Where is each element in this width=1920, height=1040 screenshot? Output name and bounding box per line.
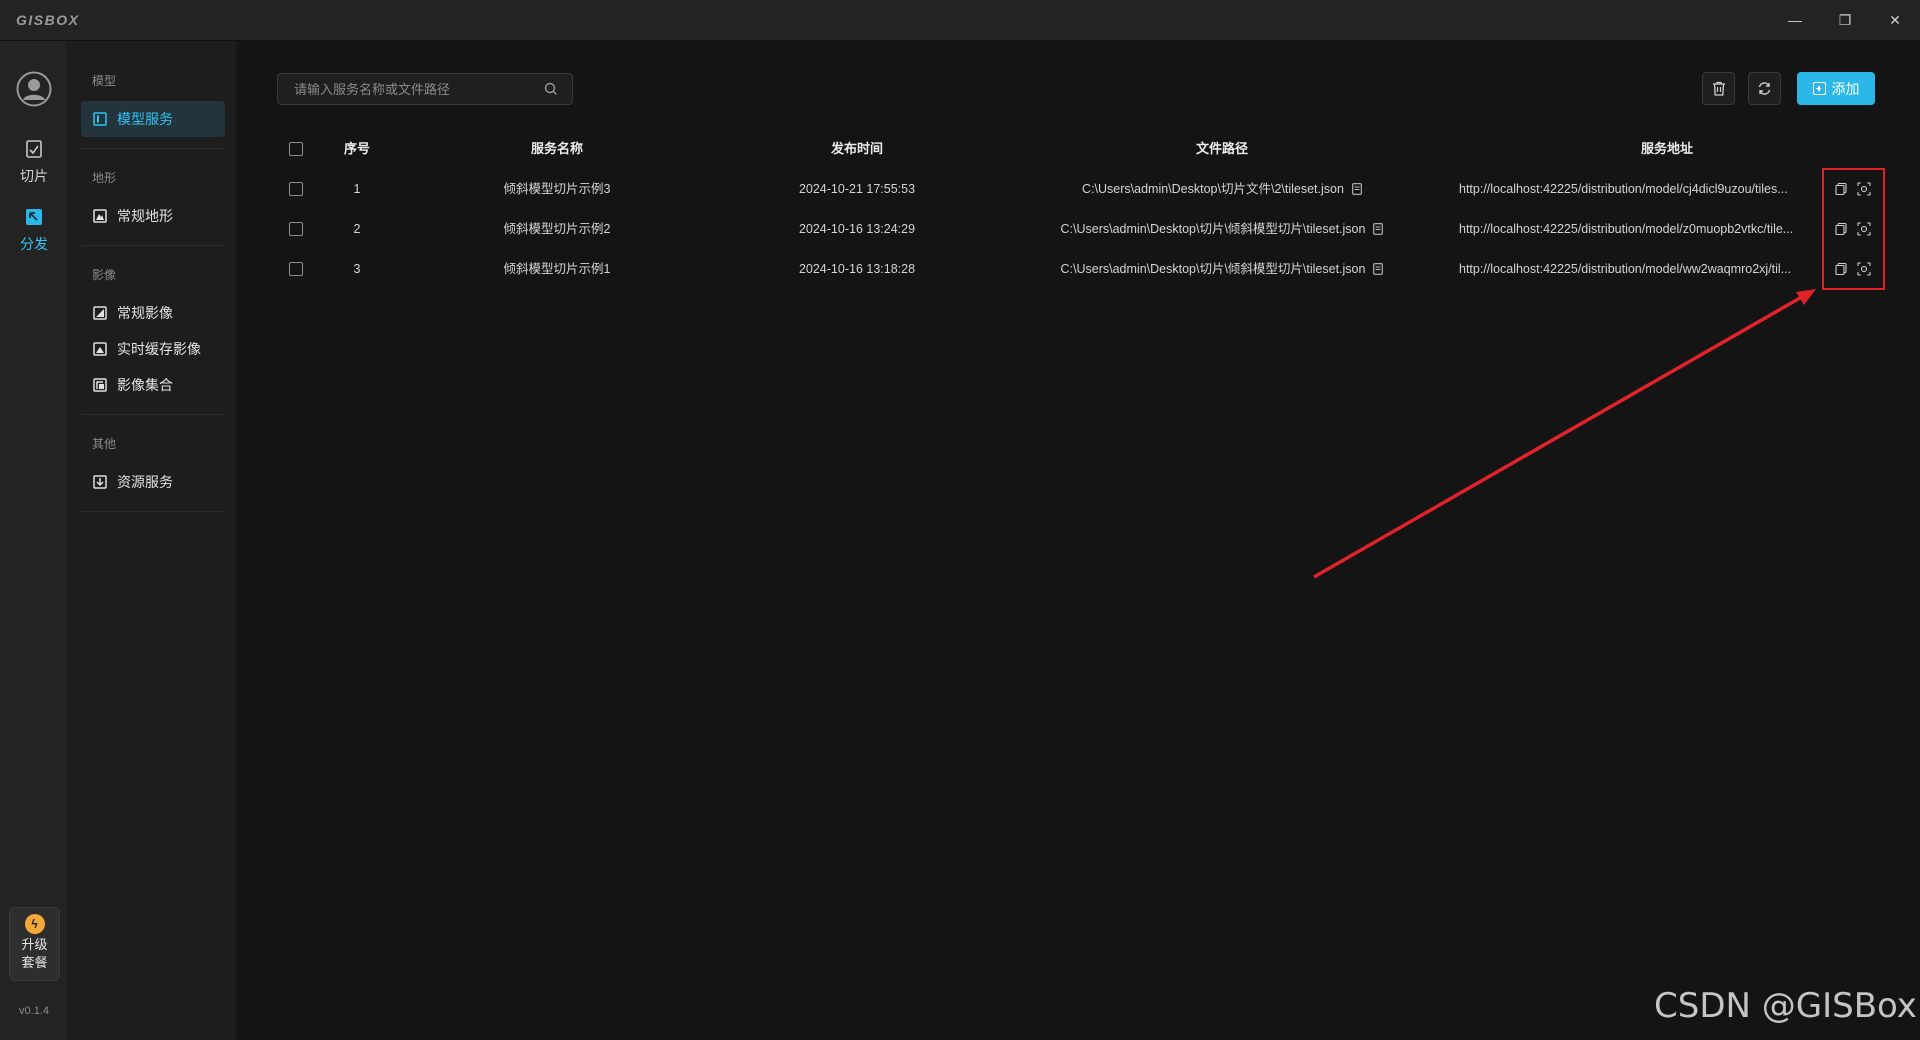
nav-panel: 模型 模型服务 地形 常规地形 影像 常规影像 实时缓存影像 影像集合 其他 资… xyxy=(68,41,237,1040)
row-path: C:\Users\admin\Desktop\切片文件\2\tileset.js… xyxy=(1017,169,1427,209)
table-row: 1 倾斜模型切片示例3 2024-10-21 17:55:53 C:\Users… xyxy=(277,169,1885,209)
app-logo: GISBOX xyxy=(16,12,80,28)
header-path: 文件路径 xyxy=(1195,141,1248,156)
imagery-icon xyxy=(93,306,107,320)
nav-item-imagery[interactable]: 常规影像 xyxy=(81,295,225,331)
add-button-label: 添加 xyxy=(1831,80,1860,97)
lightning-icon: ϟ xyxy=(24,914,45,934)
restore-button[interactable]: ❐ xyxy=(1828,7,1862,33)
row-checkbox[interactable] xyxy=(289,222,303,236)
row-checkbox[interactable] xyxy=(289,262,303,276)
row-name: 倾斜模型切片示例3 xyxy=(503,182,611,196)
row-time: 2024-10-16 13:24:29 xyxy=(798,222,916,236)
close-button[interactable]: ✕ xyxy=(1878,7,1912,33)
rail-item-label: 切片 xyxy=(20,168,48,184)
row-url: http://localhost:42225/distribution/mode… xyxy=(1459,222,1794,236)
main-content: 添加 序号 服务名称 发布时间 文件路径 服务地址 1 倾斜模型切片示例3 20… xyxy=(237,41,1920,1040)
rail-item-label: 分发 xyxy=(20,236,48,252)
terrain-icon xyxy=(93,209,107,223)
nav-item-imagery-collection[interactable]: 影像集合 xyxy=(81,367,225,403)
nav-group-title: 影像 xyxy=(92,268,117,282)
header-url: 服务地址 xyxy=(1640,141,1693,156)
nav-item-label: 模型服务 xyxy=(117,111,173,127)
row-index: 3 xyxy=(353,262,361,276)
nav-item-realtime-cache-imagery[interactable]: 实时缓存影像 xyxy=(81,331,225,367)
row-checkbox[interactable] xyxy=(289,182,303,196)
annotation-highlight-box xyxy=(1822,168,1885,290)
search-input[interactable] xyxy=(278,74,528,104)
minimize-button[interactable]: — xyxy=(1778,7,1812,33)
nav-item-resource-service[interactable]: 资源服务 xyxy=(81,464,225,500)
table-row: 2 倾斜模型切片示例2 2024-10-16 13:24:29 C:\Users… xyxy=(277,209,1885,249)
select-all-checkbox[interactable] xyxy=(289,142,303,156)
row-url: http://localhost:42225/distribution/mode… xyxy=(1459,262,1792,276)
upgrade-plan-button[interactable]: ϟ 升级 套餐 xyxy=(9,907,60,981)
cache-imagery-icon xyxy=(93,342,107,356)
upgrade-label-line2: 套餐 xyxy=(21,955,48,970)
row-time: 2024-10-16 13:18:28 xyxy=(798,262,916,276)
row-name: 倾斜模型切片示例2 xyxy=(503,222,611,236)
model-service-icon xyxy=(93,112,107,126)
row-index: 1 xyxy=(353,182,361,196)
nav-item-terrain[interactable]: 常规地形 xyxy=(81,198,225,234)
table-header: 序号 服务名称 发布时间 文件路径 服务地址 xyxy=(277,129,1885,169)
user-avatar-icon[interactable] xyxy=(16,71,52,107)
path-text: C:\Users\admin\Desktop\切片文件\2\tileset.js… xyxy=(1082,182,1344,196)
copy-path-icon[interactable] xyxy=(1373,223,1384,235)
header-time: 发布时间 xyxy=(830,141,883,156)
nav-group-title: 地形 xyxy=(92,171,117,185)
nav-item-label: 实时缓存影像 xyxy=(117,341,201,357)
row-url: http://localhost:42225/distribution/mode… xyxy=(1459,182,1788,196)
search-icon[interactable] xyxy=(544,82,558,96)
trash-icon xyxy=(1712,81,1725,96)
icon-rail: 切片 分发 ϟ 升级 套餐 v0.1.4 xyxy=(0,41,68,1040)
row-time: 2024-10-21 17:55:53 xyxy=(798,182,916,196)
nav-group-title: 其他 xyxy=(92,437,117,451)
path-text: C:\Users\admin\Desktop\切片\倾斜模型切片\tileset… xyxy=(1060,222,1366,236)
nav-group-title: 模型 xyxy=(92,74,117,88)
distribute-icon xyxy=(26,209,42,225)
nav-item-label: 常规影像 xyxy=(117,305,173,321)
search-box xyxy=(277,73,573,105)
nav-item-label: 常规地形 xyxy=(117,208,173,224)
divider xyxy=(81,245,225,246)
header-index: 序号 xyxy=(343,141,370,156)
copy-path-icon[interactable] xyxy=(1373,263,1384,275)
add-button[interactable]: 添加 xyxy=(1797,72,1875,105)
row-path: C:\Users\admin\Desktop\切片\倾斜模型切片\tileset… xyxy=(1017,209,1427,249)
divider xyxy=(81,414,225,415)
plus-icon xyxy=(1812,82,1826,95)
row-name: 倾斜模型切片示例1 xyxy=(503,262,611,276)
nav-item-label: 资源服务 xyxy=(117,474,173,490)
divider xyxy=(81,148,225,149)
slice-icon xyxy=(26,140,42,158)
resource-service-icon xyxy=(93,475,107,489)
nav-item-model-service[interactable]: 模型服务 xyxy=(81,101,225,137)
table-row: 3 倾斜模型切片示例1 2024-10-16 13:18:28 C:\Users… xyxy=(277,249,1885,289)
rail-item-distribute[interactable]: 分发 xyxy=(0,208,68,254)
delete-button[interactable] xyxy=(1702,72,1735,105)
refresh-button[interactable] xyxy=(1748,72,1781,105)
copy-path-icon[interactable] xyxy=(1352,183,1362,195)
refresh-icon xyxy=(1758,82,1771,95)
upgrade-label-line1: 升级 xyxy=(21,937,48,952)
header-name: 服务名称 xyxy=(530,141,583,156)
nav-item-label: 影像集合 xyxy=(117,377,173,393)
divider xyxy=(81,511,225,512)
path-text: C:\Users\admin\Desktop\切片\倾斜模型切片\tileset… xyxy=(1060,262,1366,276)
row-index: 2 xyxy=(353,222,361,236)
title-bar: GISBOX — ❐ ✕ xyxy=(0,0,1920,41)
rail-item-slice[interactable]: 切片 xyxy=(0,140,68,186)
version-label: v0.1.4 xyxy=(19,1005,49,1017)
imagery-collection-icon xyxy=(93,378,107,392)
row-path: C:\Users\admin\Desktop\切片\倾斜模型切片\tileset… xyxy=(1017,249,1427,289)
watermark-text: CSDN @GISBox xyxy=(1654,986,1917,1026)
